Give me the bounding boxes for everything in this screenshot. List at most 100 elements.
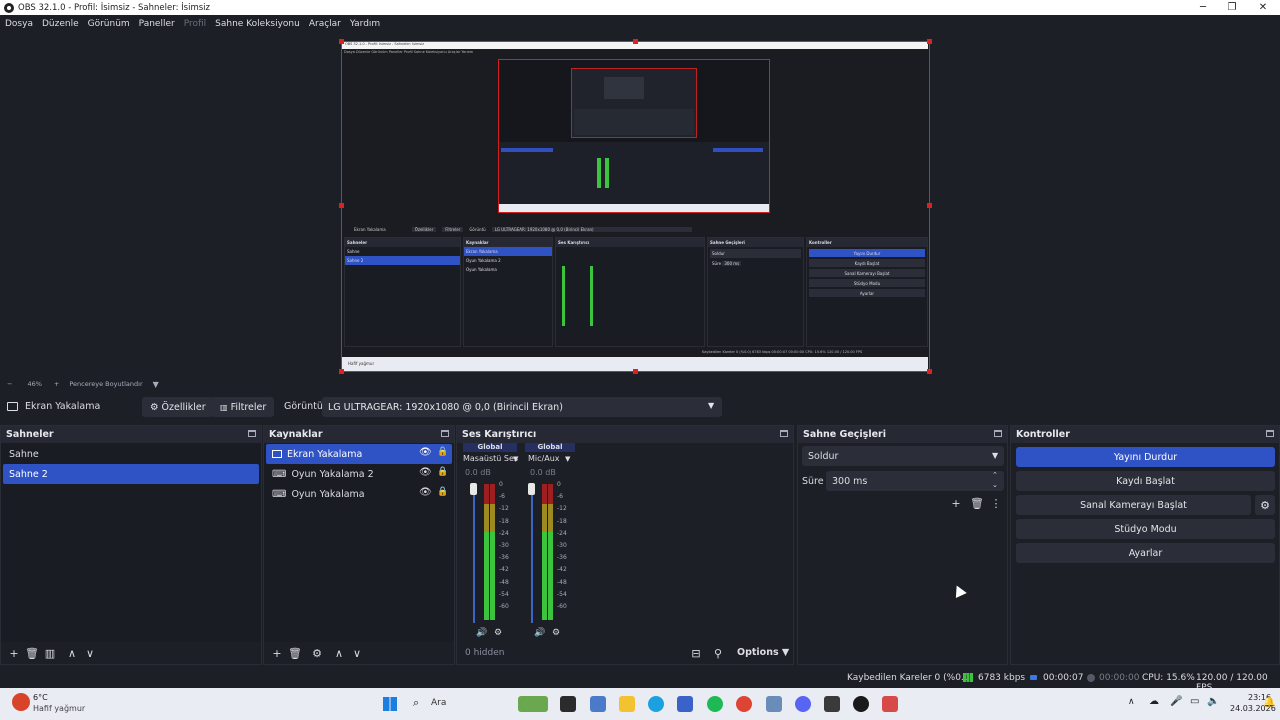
weather-temp[interactable]: 6°C [33,693,48,702]
add-source-button[interactable]: + [268,644,286,662]
move-down-icon[interactable]: ∨ [348,644,366,662]
add-transition-button[interactable]: + [947,494,965,512]
app-icon[interactable] [824,696,840,712]
volume-icon[interactable]: 🔊 [476,628,487,638]
fader-track[interactable] [473,495,475,623]
chrome-icon[interactable] [736,696,752,712]
task-view-icon[interactable] [560,696,576,712]
filters-button[interactable]: ▥ Filtreler [212,397,275,417]
layout-icon[interactable]: ⊟ [687,644,705,662]
gear-icon[interactable]: ⚙ [308,644,326,662]
discord-icon[interactable] [795,696,811,712]
minimize-button[interactable]: ─ [1188,0,1218,15]
zoom-mode[interactable]: Pencereye Boyutlandır [69,380,142,388]
source-item[interactable]: ⌨ Oyun Yakalama 2 👁 🔒 [266,464,452,484]
lock-icon[interactable]: 🔒 [437,467,448,477]
spotify-icon[interactable] [707,696,723,712]
resize-handle-bl[interactable] [339,369,344,374]
menu-profile[interactable]: Profil [184,19,206,29]
maximize-button[interactable]: ❐ [1217,0,1247,15]
scene-item[interactable]: Sahne [3,444,259,464]
chevron-down-icon[interactable]: ▼ [565,455,570,463]
properties-button[interactable]: ⚙ Özellikler [142,397,214,417]
close-button[interactable]: ✕ [1248,0,1278,15]
preview-canvas[interactable]: OBS 32.1.0 - Profil: İsimsiz - Sahneler:… [341,41,930,372]
menu-docks[interactable]: Paneller [139,19,175,29]
undock-icon[interactable] [248,430,256,437]
sources-list[interactable]: Ekran Yakalama 👁 🔒 ⌨ Oyun Yakalama 2 👁 🔒… [264,443,454,642]
scene-item[interactable]: Sahne 2 [3,464,259,484]
mic-icon[interactable]: 🎤 [1170,696,1182,707]
fader-track[interactable] [531,495,533,623]
volume-icon[interactable]: 🔊 [534,628,545,638]
eye-icon[interactable]: 👁 [419,467,432,478]
trash-icon[interactable]: 🗑 [23,644,41,662]
settings-button[interactable]: Ayarlar [1016,543,1275,563]
resize-handle-br[interactable] [927,369,932,374]
start-record-button[interactable]: Kaydı Başlat [1016,471,1275,491]
eye-icon[interactable]: 👁 [419,487,432,498]
network-icon[interactable]: ▭ [1190,696,1199,707]
app-icon[interactable] [590,696,606,712]
menu-view[interactable]: Görünüm [88,19,130,29]
obs-icon[interactable] [853,696,869,712]
fader-knob[interactable] [528,483,535,495]
stop-stream-button[interactable]: Yayını Durdur [1016,447,1275,467]
menu-help[interactable]: Yardım [350,19,380,29]
resize-handle-l[interactable] [339,203,344,208]
chevron-down-icon[interactable]: ▼ [153,380,159,389]
resize-handle-t[interactable] [633,39,638,44]
resize-handle-b[interactable] [633,369,638,374]
duration-input[interactable]: 300 ms ⌃ ⌄ [826,471,1004,491]
start-virtualcam-button[interactable]: Sanal Kamerayı Başlat [1016,495,1251,515]
more-icon[interactable]: ⋮ [987,494,1005,512]
link-icon[interactable]: ⚲ [709,644,727,662]
store-icon[interactable] [677,696,693,712]
channel-settings-icon[interactable]: ⚙ [494,628,502,638]
fader-knob[interactable] [470,483,477,495]
taskbar-search[interactable]: Ara [431,698,446,708]
add-scene-button[interactable]: + [5,644,23,662]
undock-icon[interactable] [994,430,1002,437]
zoom-in-button[interactable]: + [54,380,59,388]
app-icon[interactable] [882,696,898,712]
move-down-icon[interactable]: ∨ [81,644,99,662]
source-item[interactable]: Ekran Yakalama 👁 🔒 [266,444,452,464]
channel-settings-icon[interactable]: ⚙ [552,628,560,638]
windows-start-icon[interactable] [383,697,397,711]
chevron-down-icon[interactable]: ▼ [513,455,518,463]
move-up-icon[interactable]: ∧ [330,644,348,662]
cloud-icon[interactable]: ☁ [1149,696,1159,707]
studio-mode-button[interactable]: Stüdyo Modu [1016,519,1275,539]
menu-tools[interactable]: Araçlar [309,19,341,29]
undock-icon[interactable] [1266,430,1274,437]
options-button[interactable]: Options ▼ [737,647,789,658]
menu-edit[interactable]: Düzenle [42,19,79,29]
zoom-out-button[interactable]: − [7,380,12,388]
undock-icon[interactable] [441,430,449,437]
display-select[interactable]: LG ULTRAGEAR: 1920x1080 @ 0,0 (Birincil … [322,397,722,417]
resize-handle-tr[interactable] [927,39,932,44]
eye-icon[interactable]: 👁 [419,447,432,458]
transition-select[interactable]: Soldur ▼ [802,446,1004,466]
resize-handle-tl[interactable] [339,39,344,44]
lock-icon[interactable]: 🔒 [437,487,448,497]
trash-icon[interactable]: 🗑 [286,644,304,662]
move-up-icon[interactable]: ∧ [63,644,81,662]
weather-desc[interactable]: Hafif yağmur [33,704,85,713]
file-explorer-icon[interactable] [619,696,635,712]
menu-file[interactable]: Dosya [5,19,33,29]
filter-icon[interactable]: ▥ [41,644,59,662]
spin-down-icon[interactable]: ⌄ [992,481,998,489]
settings-app-icon[interactable] [766,696,782,712]
search-icon[interactable]: ⌕ [413,696,419,710]
scenes-list[interactable]: Sahne Sahne 2 [1,443,261,642]
weather-icon[interactable] [12,693,30,711]
gear-icon[interactable]: ⚙ [1255,495,1275,515]
lock-icon[interactable]: 🔒 [437,447,448,457]
tray-chevron-icon[interactable]: ∧ [1128,697,1135,707]
volume-icon[interactable]: 🔈 [1207,696,1219,707]
undock-icon[interactable] [780,430,788,437]
notification-icon[interactable]: 🔔 [1263,697,1275,708]
menu-scene-collection[interactable]: Sahne Koleksiyonu [215,19,300,29]
